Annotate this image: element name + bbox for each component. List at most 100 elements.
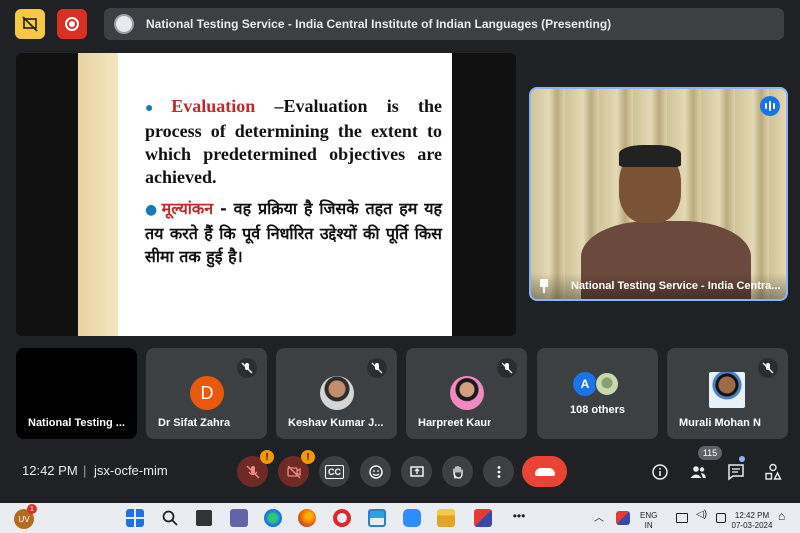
top-bar: National Testing Service - India Central… bbox=[0, 0, 800, 48]
edge-browser-icon[interactable] bbox=[264, 509, 282, 527]
people-icon bbox=[690, 466, 706, 478]
mic-off-icon bbox=[367, 358, 387, 378]
recording-button[interactable] bbox=[57, 9, 87, 39]
meeting-details-button[interactable] bbox=[650, 462, 670, 482]
meeting-controls: 12:42 PM | jsx-ocfe-mim ! ! CC 115 bbox=[0, 446, 800, 492]
task-view-icon[interactable] bbox=[196, 510, 212, 526]
reactions-button[interactable] bbox=[360, 456, 391, 487]
participant-tile[interactable]: Harpreet Kaur bbox=[406, 348, 527, 439]
participant-name: Murali Mohan N bbox=[679, 417, 761, 429]
more-vert-icon bbox=[497, 465, 500, 478]
file-explorer-icon[interactable] bbox=[437, 509, 455, 527]
presentation-view[interactable]: ● Evaluation –Evaluation is the process o… bbox=[16, 53, 516, 336]
clock-time: 12:42 PM bbox=[734, 511, 770, 520]
mic-off-icon bbox=[237, 358, 257, 378]
speaking-indicator-icon bbox=[760, 96, 780, 116]
pin-icon[interactable] bbox=[537, 279, 551, 293]
participant-name: National Testing ... bbox=[28, 417, 125, 429]
hide-presentation-button[interactable] bbox=[15, 9, 45, 39]
meeting-time: 12:42 PM bbox=[22, 463, 78, 478]
mic-off-icon bbox=[758, 358, 778, 378]
media-app-icon[interactable] bbox=[474, 509, 492, 527]
captions-icon: CC bbox=[325, 464, 344, 479]
camera-off-icon bbox=[286, 465, 301, 478]
notifications-icon[interactable]: ⌂ bbox=[778, 509, 796, 527]
speaker-name: National Testing Service - India Centra.… bbox=[571, 280, 781, 292]
slide-content: ● Evaluation –Evaluation is the process o… bbox=[145, 95, 442, 276]
zoom-icon[interactable] bbox=[403, 509, 421, 527]
firefox-icon[interactable] bbox=[298, 509, 316, 527]
search-icon[interactable] bbox=[161, 509, 179, 527]
avatar bbox=[320, 376, 354, 410]
microphone-button[interactable]: ! bbox=[237, 450, 274, 487]
language-indicator[interactable]: ENG IN bbox=[640, 511, 657, 531]
record-icon bbox=[65, 17, 79, 31]
present-button[interactable] bbox=[401, 456, 432, 487]
raise-hand-button[interactable] bbox=[442, 456, 473, 487]
speaker-video bbox=[581, 145, 751, 299]
slide-term-evaluation: Evaluation bbox=[171, 96, 256, 116]
speaker-label-bar: National Testing Service - India Centra.… bbox=[531, 273, 786, 299]
captions-button[interactable]: CC bbox=[319, 456, 350, 487]
mic-off-icon bbox=[497, 358, 517, 378]
windows-start-icon[interactable] bbox=[126, 509, 144, 527]
language-region: IN bbox=[644, 521, 653, 530]
avatar bbox=[595, 372, 619, 396]
teams-icon[interactable] bbox=[230, 509, 248, 527]
store-icon[interactable] bbox=[368, 509, 386, 527]
presentation-title: National Testing Service - India Central… bbox=[146, 17, 612, 31]
chevron-up-icon[interactable]: ︿ bbox=[590, 509, 608, 527]
avatar bbox=[709, 372, 745, 408]
slide-term-hindi: मूल्यांकन bbox=[161, 199, 214, 218]
phone-hangup-icon bbox=[534, 467, 555, 476]
emoji-icon bbox=[368, 464, 383, 479]
people-button[interactable] bbox=[688, 462, 708, 482]
avatar bbox=[450, 376, 484, 410]
participant-tile[interactable]: Keshav Kumar J... bbox=[276, 348, 397, 439]
participant-strip: National Testing ... D Dr Sifat Zahra Ke… bbox=[16, 348, 800, 439]
separator: | bbox=[83, 463, 87, 478]
slide: ● Evaluation –Evaluation is the process o… bbox=[78, 53, 452, 336]
info-icon bbox=[652, 464, 668, 480]
avatar: D bbox=[190, 376, 224, 410]
clock-date: 07-03-2024 bbox=[731, 521, 773, 530]
participant-name: Dr Sifat Zahra bbox=[158, 417, 231, 429]
avatar: A bbox=[573, 372, 597, 396]
participant-tile[interactable]: Murali Mohan N bbox=[667, 348, 788, 439]
others-tile[interactable]: A 108 others bbox=[537, 348, 658, 439]
display-icon[interactable] bbox=[676, 513, 688, 523]
mic-off-icon bbox=[246, 465, 259, 478]
participant-tile[interactable]: D Dr Sifat Zahra bbox=[146, 348, 267, 439]
present-screen-icon bbox=[409, 465, 424, 477]
chat-button[interactable] bbox=[726, 462, 746, 482]
slide-decorative-margin bbox=[78, 53, 118, 336]
leave-call-button[interactable] bbox=[522, 456, 567, 487]
participant-tile[interactable]: National Testing ... bbox=[16, 348, 137, 439]
activities-button[interactable] bbox=[763, 462, 783, 482]
participant-name: Keshav Kumar J... bbox=[288, 417, 384, 429]
institute-emblem-icon bbox=[114, 14, 134, 34]
language-code: ENG bbox=[640, 511, 658, 520]
system-clock[interactable]: 12:42 PM 07-03-2024 bbox=[728, 511, 776, 531]
chat-icon bbox=[728, 464, 744, 481]
others-count: 108 others bbox=[569, 404, 626, 416]
presentation-info-bar: National Testing Service - India Central… bbox=[104, 8, 784, 40]
camera-alert-badge: ! bbox=[301, 450, 315, 464]
camera-button[interactable]: ! bbox=[278, 450, 315, 487]
mic-alert-badge: ! bbox=[260, 450, 274, 464]
no-present-icon bbox=[22, 16, 38, 32]
slide-bullet-1: ● Evaluation –Evaluation is the process o… bbox=[145, 96, 442, 187]
meeting-code: jsx-ocfe-mim bbox=[94, 463, 168, 478]
volume-icon[interactable]: ◁) bbox=[696, 509, 714, 527]
participant-name: Harpreet Kaur bbox=[418, 417, 492, 429]
windows-taskbar: UV 1 ••• ︿ ENG IN ◁) 12:42 PM 07-03-2024… bbox=[0, 503, 800, 533]
participant-count-badge: 115 bbox=[698, 446, 722, 460]
active-speaker-tile[interactable]: National Testing Service - India Centra.… bbox=[529, 87, 788, 301]
opera-icon[interactable] bbox=[333, 509, 351, 527]
hand-icon bbox=[452, 465, 463, 479]
more-options-button[interactable] bbox=[483, 456, 514, 487]
more-apps-icon[interactable]: ••• bbox=[510, 509, 528, 527]
tray-app-icon[interactable] bbox=[616, 511, 630, 525]
notification-badge: 1 bbox=[27, 504, 37, 514]
battery-icon[interactable] bbox=[716, 513, 726, 523]
